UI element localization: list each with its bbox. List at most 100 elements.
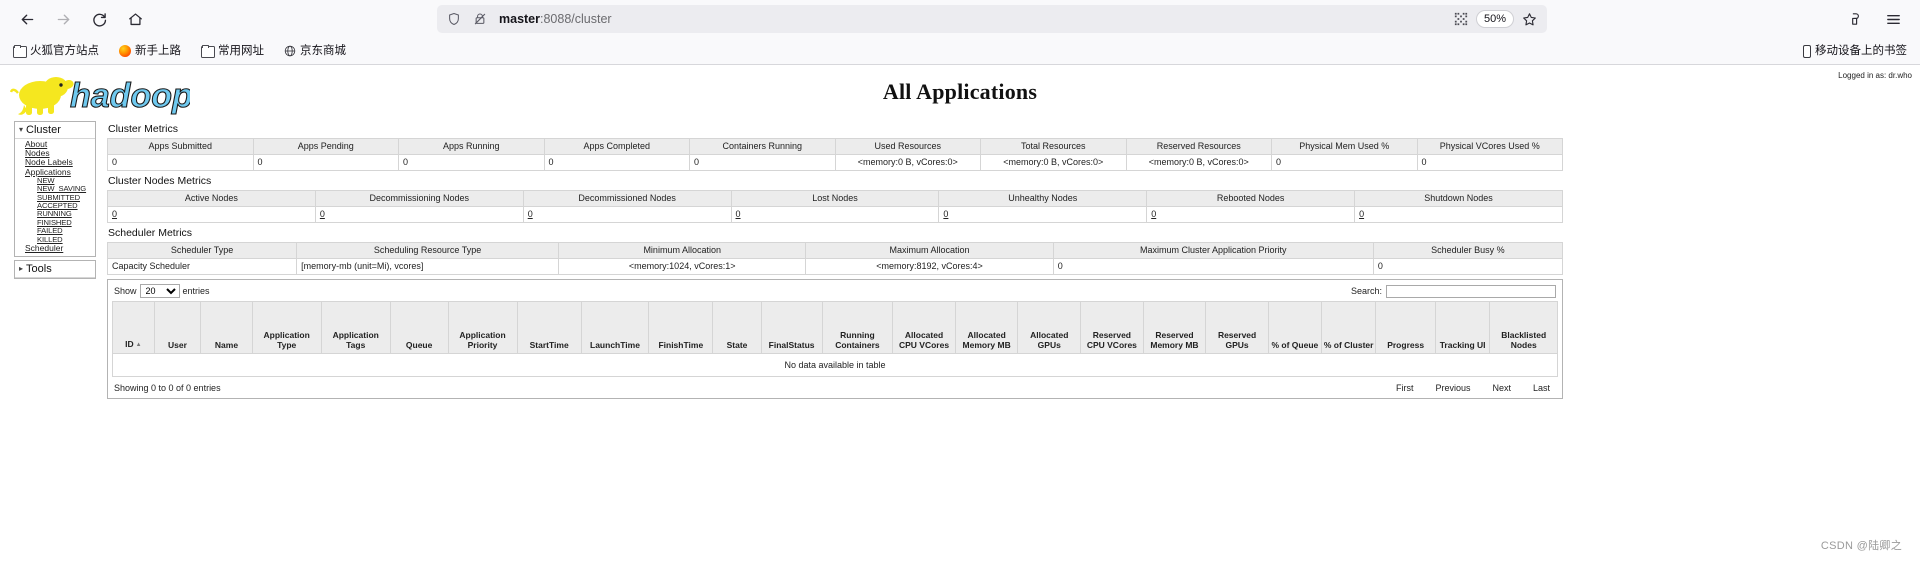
td-scheduler-busy: 0 — [1372, 258, 1564, 275]
th-application-priority[interactable]: Application Priority — [447, 301, 518, 354]
chevron-right-icon[interactable]: ▸ — [19, 265, 23, 273]
th-user[interactable]: User — [153, 301, 202, 354]
bookmarks-toolbar: 火狐官方站点 新手上路 常用网址 京东商城 移动设备上的书签 — [0, 38, 1920, 64]
td-decommissioning-nodes: 0 — [314, 206, 524, 223]
sidebar-tools-header[interactable]: ▸ Tools — [15, 261, 95, 279]
th-tracking-ui[interactable]: Tracking UI — [1434, 301, 1491, 354]
th-application-tags[interactable]: Application Tags — [320, 301, 391, 354]
th-allocated-cpu-vcores[interactable]: Allocated CPU VCores — [892, 301, 956, 354]
lost-nodes-link[interactable]: 0 — [736, 209, 741, 219]
rebooted-nodes-link[interactable]: 0 — [1151, 209, 1156, 219]
tracking-protection-shield-icon[interactable] — [443, 12, 465, 26]
pager-first[interactable]: First — [1396, 383, 1414, 393]
td-shutdown-nodes: 0 — [1354, 206, 1563, 223]
showing-entries-text: Showing 0 to 0 of 0 entries — [114, 383, 221, 393]
page-title: All Applications — [882, 79, 1038, 104]
th-percent-of-queue[interactable]: % of Queue — [1267, 301, 1322, 354]
navigation-toolbar: master:8088/cluster 50% — [0, 0, 1920, 38]
th-reserved-gpus[interactable]: Reserved GPUs — [1205, 301, 1269, 354]
sidebar-cluster-body: About Nodes Node Labels Applications NEW… — [15, 139, 95, 256]
th-active-nodes: Active Nodes — [107, 190, 316, 207]
th-running-containers[interactable]: Running Containers — [821, 301, 894, 354]
address-bar[interactable]: master:8088/cluster 50% — [437, 5, 1547, 33]
pager-last[interactable]: Last — [1533, 383, 1550, 393]
search-input[interactable] — [1386, 284, 1556, 298]
th-queue[interactable]: Queue — [389, 301, 449, 354]
pager-previous[interactable]: Previous — [1435, 383, 1470, 393]
shutdown-nodes-link[interactable]: 0 — [1359, 209, 1364, 219]
td-containers-running: 0 — [689, 154, 836, 171]
forward-button[interactable] — [46, 4, 80, 34]
bookmark-label: 火狐官方站点 — [30, 45, 99, 57]
bookmark-item-3[interactable]: 京东商城 — [281, 42, 349, 60]
th-scheduler-type: Scheduler Type — [106, 242, 298, 259]
th-allocated-memory-mb[interactable]: Allocated Memory MB — [954, 301, 1019, 354]
th-percent-of-cluster[interactable]: % of Cluster — [1320, 301, 1377, 354]
entries-label: entries — [182, 286, 210, 296]
applications-panel: Show 20 50 100 entries Search: ID▲ — [107, 279, 1563, 399]
applications-table: ID ▲ User Name Application Type Applicati… — [112, 301, 1558, 377]
permissions-blocked-icon[interactable] — [469, 12, 491, 26]
td-maximum-allocation: <memory:8192, vCores:4> — [805, 258, 1054, 275]
th-application-type[interactable]: Application Type — [251, 301, 322, 354]
th-apps-submitted: Apps Submitted — [107, 138, 254, 155]
th-progress[interactable]: Progress — [1375, 301, 1436, 354]
sidebar-item-scheduler[interactable]: Scheduler — [15, 243, 95, 253]
url-host: master — [499, 12, 540, 26]
sidebar-item-applications[interactable]: Applications — [15, 167, 95, 177]
url-text: master:8088/cluster — [495, 12, 1445, 26]
active-nodes-link[interactable]: 0 — [112, 209, 117, 219]
th-finishtime[interactable]: FinishTime — [648, 301, 714, 354]
sidebar-cluster-header[interactable]: ▾ Cluster — [15, 122, 95, 139]
account-icon[interactable] — [1838, 4, 1872, 34]
td-rebooted-nodes: 0 — [1146, 206, 1356, 223]
td-apps-completed: 0 — [543, 154, 690, 171]
td-total-resources: <memory:0 B, vCores:0> — [980, 154, 1127, 171]
th-starttime[interactable]: StartTime — [516, 301, 582, 354]
th-used-resources: Used Resources — [834, 138, 981, 155]
td-reserved-resources: <memory:0 B, vCores:0> — [1125, 154, 1272, 171]
th-allocated-gpus[interactable]: Allocated GPUs — [1017, 301, 1082, 354]
th-id[interactable]: ID ▲ — [112, 301, 155, 354]
decommissioned-nodes-link[interactable]: 0 — [528, 209, 533, 219]
td-used-resources: <memory:0 B, vCores:0> — [834, 154, 981, 171]
bookmark-item-2[interactable]: 常用网址 — [198, 42, 267, 60]
th-finalstatus[interactable]: FinalStatus — [760, 301, 823, 354]
empty-message: No data available in table — [112, 353, 1558, 377]
qr-code-icon[interactable] — [1449, 7, 1473, 31]
mobile-bookmarks-item[interactable]: 移动设备上的书签 — [1800, 42, 1910, 60]
table-header-row: Active Nodes Decommissioning Nodes Decom… — [107, 190, 1563, 207]
bookmark-star-icon[interactable] — [1517, 7, 1541, 31]
home-button[interactable] — [118, 4, 152, 34]
th-decommissioned-nodes: Decommissioned Nodes — [522, 190, 732, 207]
th-physical-mem-used: Physical Mem Used % — [1271, 138, 1418, 155]
table-row: 0 0 0 0 0 <memory:0 B, vCores:0> <memory… — [107, 154, 1563, 171]
zoom-level-badge[interactable]: 50% — [1475, 10, 1514, 28]
sort-arrow-icon: ▲ — [135, 342, 142, 348]
entries-select[interactable]: 20 50 100 — [139, 284, 180, 298]
reload-button[interactable] — [82, 4, 116, 34]
chevron-down-icon[interactable]: ▾ — [19, 126, 23, 134]
td-physical-mem-used: 0 — [1271, 154, 1418, 171]
th-scheduler-busy: Scheduler Busy % — [1372, 242, 1564, 259]
bookmark-item-0[interactable]: 火狐官方站点 — [10, 42, 102, 60]
th-apps-pending: Apps Pending — [252, 138, 399, 155]
sidebar: ▾ Cluster About Nodes Node Labels Applic… — [14, 121, 96, 282]
th-name[interactable]: Name — [200, 301, 253, 354]
url-path: :8088/cluster — [540, 12, 612, 26]
th-reserved-memory-mb[interactable]: Reserved Memory MB — [1142, 301, 1207, 354]
back-button[interactable] — [10, 4, 44, 34]
pager-next[interactable]: Next — [1492, 383, 1511, 393]
th-reserved-cpu-vcores[interactable]: Reserved CPU VCores — [1080, 301, 1144, 354]
th-containers-running: Containers Running — [689, 138, 836, 155]
th-state[interactable]: State — [712, 301, 762, 354]
decommissioning-nodes-link[interactable]: 0 — [320, 209, 325, 219]
table-header-row: ID ▲ User Name Application Type Applicati… — [112, 301, 1558, 354]
th-launchtime[interactable]: LaunchTime — [580, 301, 650, 354]
unhealthy-nodes-link[interactable]: 0 — [943, 209, 948, 219]
bookmark-item-1[interactable]: 新手上路 — [116, 42, 184, 60]
th-blacklisted-nodes[interactable]: Blacklisted Nodes — [1489, 301, 1558, 354]
th-unhealthy-nodes: Unhealthy Nodes — [938, 190, 1148, 207]
mobile-device-icon — [1803, 44, 1811, 58]
hamburger-menu-icon[interactable] — [1876, 4, 1910, 34]
